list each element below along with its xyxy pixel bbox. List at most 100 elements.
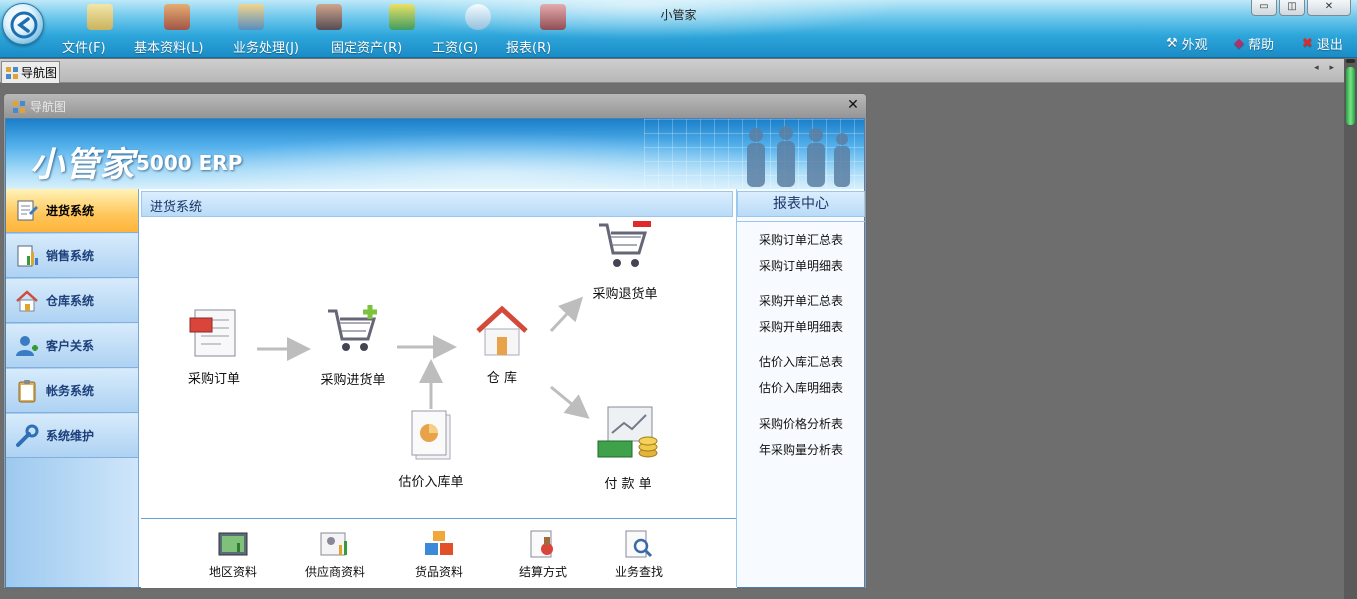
flow-purchase-return[interactable]: 采购退货单	[585, 219, 665, 302]
cart-add-icon	[328, 305, 377, 351]
report-link-annual-volume[interactable]: 年采购量分析表	[737, 441, 865, 458]
appearance-menu[interactable]: ⚒ 外观	[1166, 34, 1208, 53]
system-item-purchase-label: 进货系统	[46, 204, 95, 218]
report-divider	[737, 221, 865, 222]
report-center: 报表中心 采购订单汇总表 采购订单明细表 采购开单汇总表 采购开单明细表 估价入…	[736, 189, 865, 587]
appearance-label: 外观	[1181, 38, 1208, 53]
vertical-scrollbar[interactable]	[1344, 59, 1357, 599]
shortcut-region[interactable]: 地区资料	[193, 529, 273, 580]
system-item-sales-label: 销售系统	[46, 249, 95, 263]
flow-estimated-receipt-label: 估价入库单	[398, 475, 464, 490]
goods-boxes-icon	[425, 531, 453, 555]
menu-fixed-assets[interactable]: 固定资产(R)	[331, 37, 402, 56]
purchase-flow-diagram: 采购订单 采购进货单 仓 库 采购退货单 估价入库单 付 款 单	[141, 219, 735, 519]
add-user-icon	[14, 333, 40, 359]
report-link-estimate-summary[interactable]: 估价入库汇总表	[737, 353, 865, 370]
system-item-warehouse-label: 仓库系统	[46, 294, 95, 308]
navigation-window-close-button[interactable]: ✕	[846, 98, 860, 112]
purchase-doc-icon	[14, 198, 40, 224]
scrollbar-cap	[1346, 59, 1355, 63]
maximize-button[interactable]: ◫	[1279, 0, 1305, 16]
flow-purchase-receipt[interactable]: 采购进货单	[313, 303, 393, 388]
region-map-icon	[218, 532, 248, 556]
business-people-illustration	[747, 126, 850, 187]
flow-purchase-order[interactable]: 采购订单	[179, 306, 249, 387]
menu-basic-data[interactable]: 基本资料(L)	[134, 37, 203, 56]
flow-purchase-return-label: 采购退货单	[592, 287, 658, 302]
exit-menu[interactable]: ✖ 退出	[1302, 34, 1343, 53]
estimate-doc-icon	[411, 410, 451, 460]
menu-salary[interactable]: 工资(G)	[432, 37, 478, 56]
search-doc-icon	[625, 530, 653, 558]
shortcut-goods[interactable]: 货品资料	[399, 529, 479, 580]
window-controls: ▭ ◫ ✕	[1251, 0, 1351, 16]
exit-label: 退出	[1316, 38, 1343, 53]
navigation-map-icon	[13, 100, 25, 113]
warehouse-house-icon	[14, 288, 40, 314]
system-item-purchase[interactable]: 进货系统	[6, 189, 138, 233]
menu-report[interactable]: 报表(R)	[506, 37, 551, 56]
system-item-customer[interactable]: 客户关系	[6, 324, 138, 368]
report-link-order-detail[interactable]: 采购订单明细表	[737, 257, 865, 274]
menu-file[interactable]: 文件(F)	[62, 37, 106, 56]
purchase-order-icon	[189, 309, 236, 357]
report-link-receipt-detail[interactable]: 采购开单明细表	[737, 318, 865, 335]
scrollbar-thumb[interactable]	[1346, 67, 1355, 125]
tab-scroll-arrows[interactable]: ◂ ▸	[1314, 63, 1338, 73]
navigation-window-title: 导航图	[12, 98, 66, 115]
navigation-window-titlebar: 导航图 ✕	[4, 94, 866, 118]
navigation-window: 导航图 ✕ 小管家 5000 ERP 进货系统 销售系统 仓库系统 客户关系 帐…	[3, 93, 867, 589]
warehouse-icon	[476, 305, 528, 356]
navigation-map-icon	[6, 66, 18, 79]
navigation-window-title-label: 导航图	[30, 100, 67, 114]
sales-chart-icon	[14, 243, 40, 269]
tools-icon: ⚒	[1166, 36, 1178, 51]
system-item-customer-label: 客户关系	[46, 339, 95, 353]
shortcut-region-label: 地区资料	[208, 565, 257, 579]
settlement-stamp-icon	[530, 530, 553, 558]
help-label: 帮助	[1248, 38, 1275, 53]
report-link-estimate-detail[interactable]: 估价入库明细表	[737, 379, 865, 396]
tab-navigation-label: 导航图	[21, 66, 58, 80]
title-bar: 小管家 文件(F) 基本资料(L) 业务处理(J) 固定资产(R) 工资(G) …	[0, 0, 1357, 58]
report-link-order-summary[interactable]: 采购订单汇总表	[737, 231, 865, 248]
app-title: 小管家	[660, 8, 697, 22]
system-item-maintenance-label: 系统维护	[46, 429, 95, 443]
shortcut-business-search-label: 业务查找	[614, 565, 663, 579]
cart-return-icon	[599, 221, 651, 267]
help-menu[interactable]: ◆ 帮助	[1234, 34, 1274, 53]
system-item-maintenance[interactable]: 系统维护	[6, 414, 138, 458]
menu-business[interactable]: 业务处理(J)	[233, 37, 299, 56]
system-menu: 进货系统 销售系统 仓库系统 客户关系 帐务系统 系统维护	[6, 189, 139, 587]
tab-strip: 导航图 ◂ ▸	[0, 59, 1344, 83]
report-center-title: 报表中心	[737, 191, 865, 217]
report-link-price-analysis[interactable]: 采购价格分析表	[737, 415, 865, 432]
system-item-sales[interactable]: 销售系统	[6, 234, 138, 278]
flow-payment-label: 付 款 单	[604, 477, 652, 492]
clipboard-icon	[14, 378, 40, 404]
section-title: 进货系统	[141, 191, 733, 217]
payment-money-icon	[597, 406, 658, 458]
close-button[interactable]: ✕	[1307, 0, 1351, 16]
report-link-receipt-summary[interactable]: 采购开单汇总表	[737, 292, 865, 309]
system-item-accounting[interactable]: 帐务系统	[6, 369, 138, 413]
shortcut-settlement-label: 结算方式	[518, 565, 567, 579]
flow-warehouse[interactable]: 仓 库	[467, 305, 537, 386]
minimize-button[interactable]: ▭	[1251, 0, 1277, 16]
shortcut-settlement[interactable]: 结算方式	[503, 529, 583, 580]
tab-navigation[interactable]: 导航图	[1, 61, 60, 83]
help-book-icon: ◆	[1234, 36, 1244, 51]
exit-icon: ✖	[1302, 36, 1313, 51]
shortcut-business-search[interactable]: 业务查找	[599, 529, 679, 580]
flow-payment[interactable]: 付 款 单	[593, 405, 663, 492]
system-item-warehouse[interactable]: 仓库系统	[6, 279, 138, 323]
system-item-accounting-label: 帐务系统	[46, 384, 95, 398]
wrench-icon	[14, 423, 40, 449]
shortcut-supplier-label: 供应商资料	[304, 565, 365, 579]
navigation-content: 小管家 5000 ERP 进货系统 销售系统 仓库系统 客户关系 帐务系统 系统…	[5, 118, 865, 588]
arrow-warehouse-to-payment	[550, 385, 590, 419]
flow-estimated-receipt[interactable]: 估价入库单	[389, 409, 473, 490]
shortcut-supplier[interactable]: 供应商资料	[295, 529, 375, 580]
basic-data-shortcuts: 地区资料 供应商资料 货品资料 结算方式 业务查找	[141, 518, 737, 588]
shortcut-goods-label: 货品资料	[414, 565, 463, 579]
